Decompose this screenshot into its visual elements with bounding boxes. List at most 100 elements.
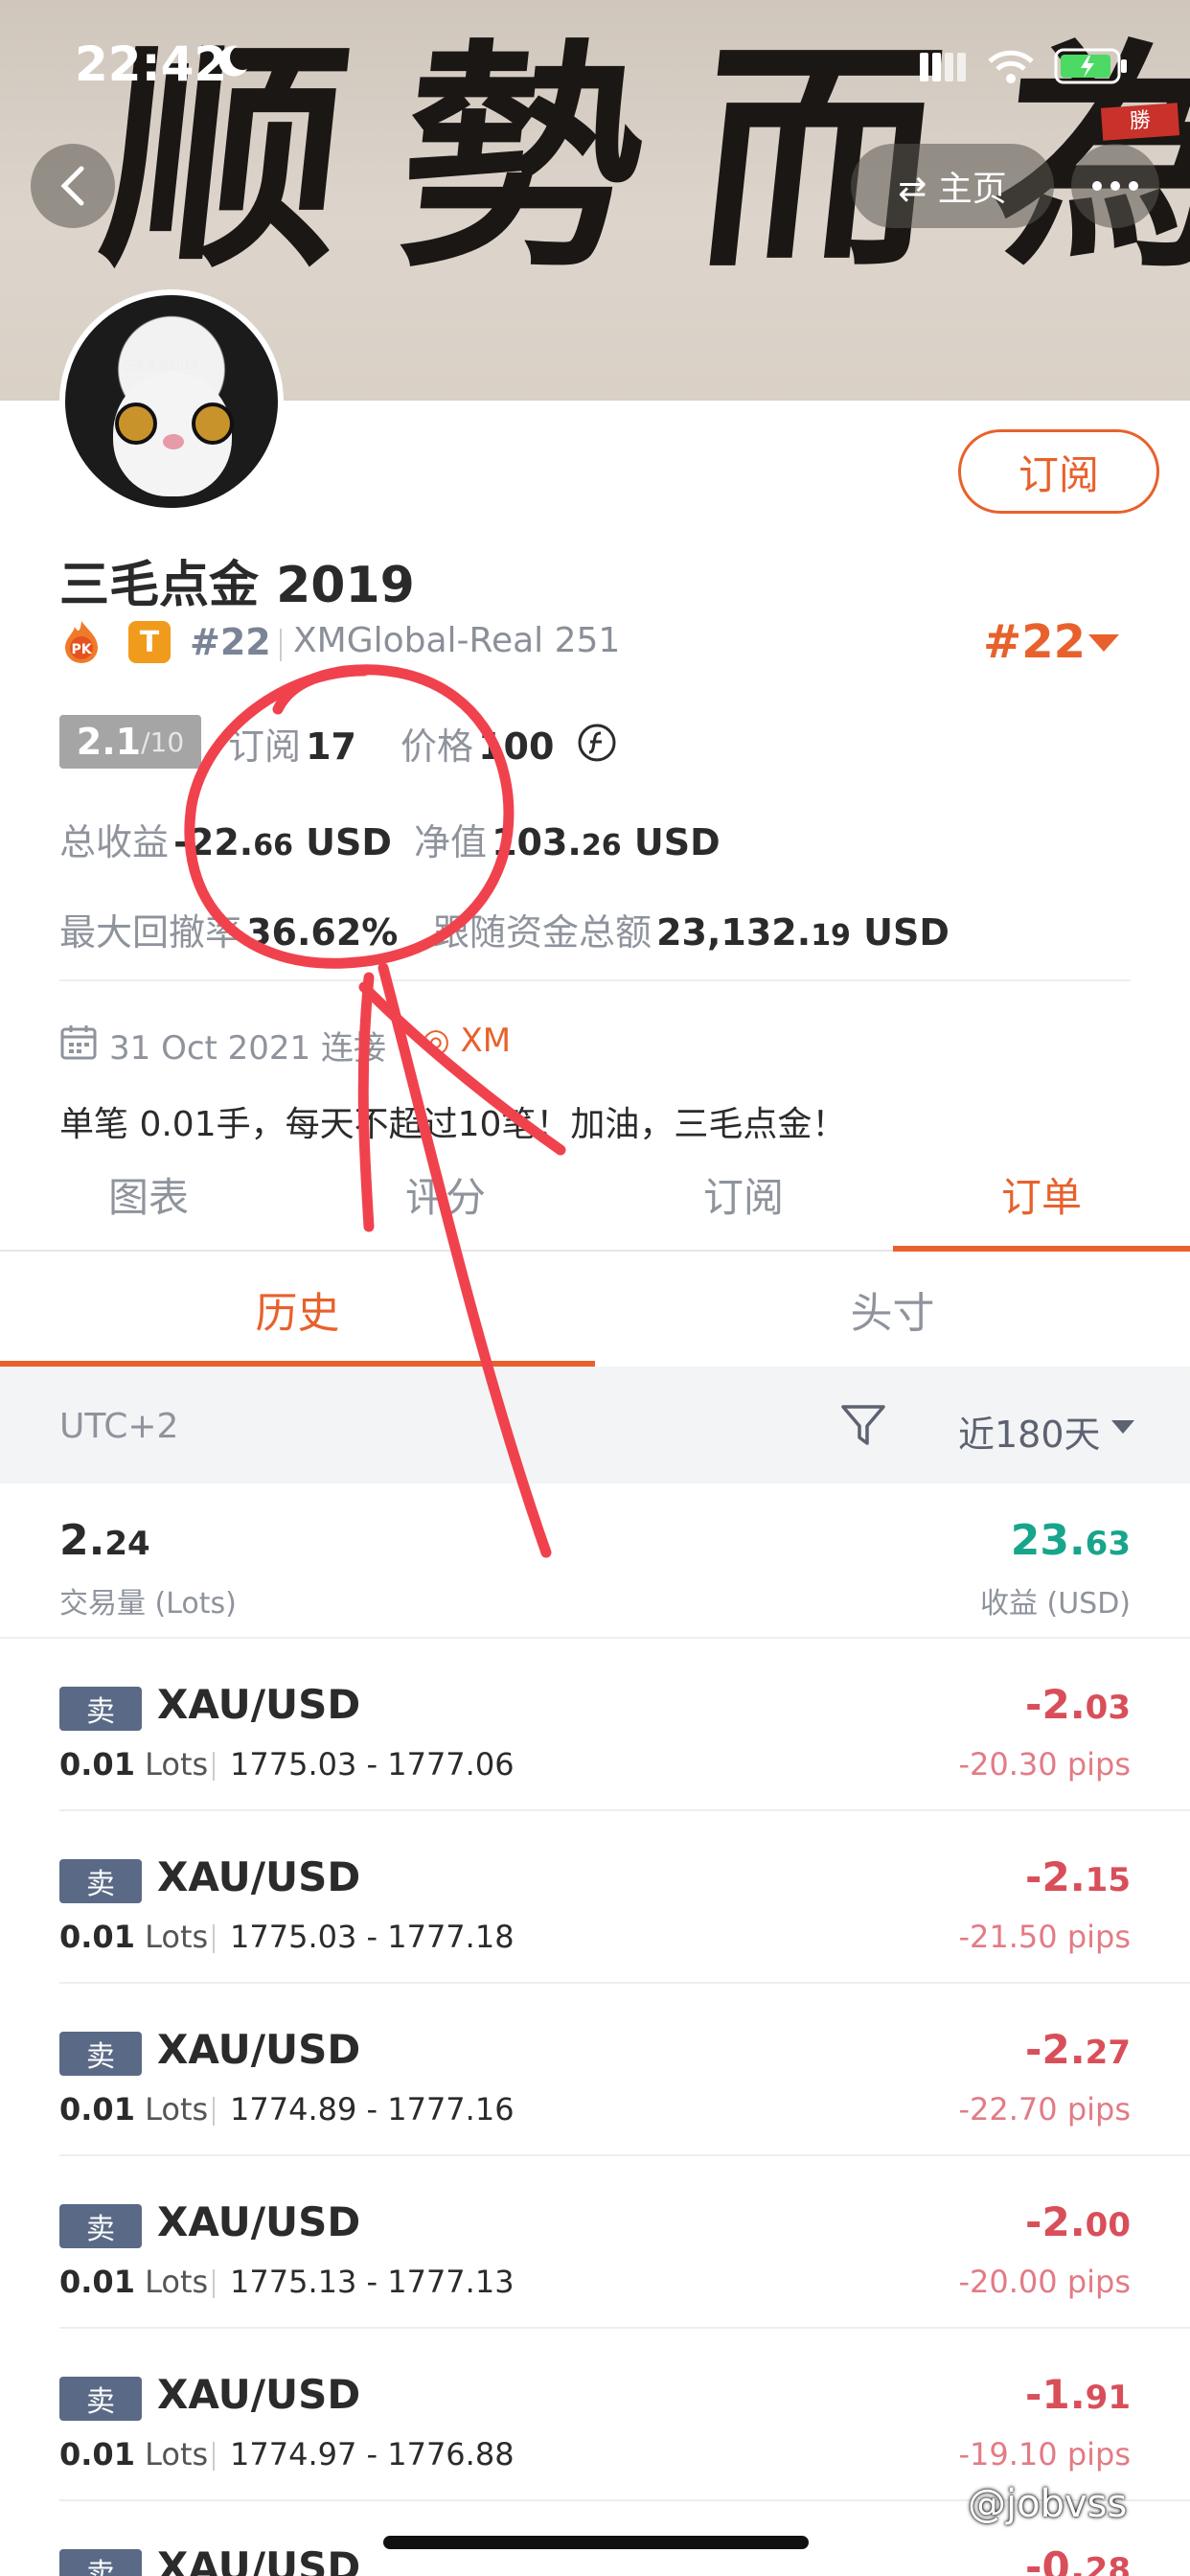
net-value-stat: 净值 103.26 USD [414, 813, 721, 865]
score-badge: 2.1/10 [59, 715, 201, 769]
order-price-range: 1775.03 - 1777.06 [230, 1746, 515, 1782]
subscribers-stat: 订阅 17 [228, 717, 356, 770]
order-lots: 0.01 Lots [59, 2091, 209, 2128]
calendar-icon [60, 1025, 97, 1060]
broker-name[interactable]: ◎ XM [422, 1022, 511, 1060]
timezone-label: UTC+2 [59, 1407, 179, 1446]
order-side-badge: 卖 [59, 2549, 142, 2576]
separator [213, 1924, 215, 1953]
max-drawdown-label: 最大回撤率 [59, 911, 242, 954]
order-pips: -20.30 pips [958, 1746, 1131, 1782]
trader-name: 三毛点金 2019 [59, 557, 415, 614]
order-pips: -21.50 pips [958, 1919, 1131, 1955]
order-row[interactable]: 卖 XAU/USD 0.01 Lots 1774.89 - 1777.16 -2… [0, 1984, 1190, 2156]
max-drawdown-stat: 最大回撤率 36.62% [59, 903, 398, 955]
tab-subscription[interactable]: 订阅 [595, 1165, 892, 1236]
total-profit-stat: 总收益 -22.66 USD [59, 813, 392, 865]
total-profit-value: -22.66 USD [173, 821, 392, 863]
order-pips: -20.00 pips [958, 2264, 1131, 2300]
order-lots: 0.01 Lots [59, 1919, 209, 1955]
summary-profit: 23.63 [1010, 1516, 1131, 1565]
order-lots: 0.01 Lots [59, 2436, 209, 2472]
signal-icon [920, 53, 966, 81]
watermark: @jobvss [968, 2482, 1128, 2526]
score-value: 2.1 [76, 721, 142, 763]
back-button[interactable] [31, 144, 115, 228]
total-profit-label: 总收益 [59, 821, 170, 863]
trader-bio: 单笔 0.01手，每天不超过10笔！加油，三毛点金！ [59, 1105, 847, 1144]
tab-orders[interactable]: 订单 [893, 1165, 1190, 1236]
summary-volume: 2.24 [59, 1516, 150, 1565]
price-stat: 价格 100 [400, 717, 554, 770]
follow-funds-value: 23,132.19 USD [656, 911, 950, 954]
order-side-badge: 卖 [59, 2204, 142, 2248]
battery-icon [1054, 48, 1127, 84]
more-button[interactable] [1071, 144, 1159, 228]
connect-date: 31 Oct 2021 连接 [109, 1029, 386, 1068]
subtab-history[interactable]: 历史 [0, 1278, 595, 1340]
price-label: 价格 [400, 725, 474, 768]
separator [213, 2442, 215, 2471]
order-symbol: XAU/USD [157, 1681, 361, 1728]
order-side-badge: 卖 [59, 2377, 142, 2421]
order-lots: 0.01 Lots [59, 2264, 209, 2300]
order-price-range: 1775.03 - 1777.18 [230, 1919, 515, 1955]
status-time: 22:42 [75, 36, 228, 92]
rank-dropdown[interactable]: #22 [983, 615, 1086, 669]
follow-funds-label: 跟随资金总额 [433, 911, 652, 954]
score-max: /10 [141, 725, 185, 758]
caret-down-icon[interactable] [1111, 1420, 1134, 1434]
trader-level-badge: T [128, 621, 171, 663]
subtab-positions[interactable]: 头寸 [595, 1278, 1190, 1340]
home-button[interactable]: ⇄ 主页 [851, 144, 1054, 228]
pk-flame-icon: PK [65, 621, 98, 663]
order-row[interactable]: 卖 XAU/USD 0.01 Lots 1775.03 - 1777.06 -2… [0, 1639, 1190, 1811]
order-row[interactable]: 卖 XAU/USD 0.01 Lots 1775.03 - 1777.18 -2… [0, 1811, 1190, 1984]
summary-volume-label: 交易量 (Lots) [59, 1587, 237, 1621]
order-side-badge: 卖 [59, 2032, 142, 2076]
order-profit: -2.03 [1025, 1681, 1131, 1728]
more-dots-icon [1092, 181, 1138, 191]
filter-icon[interactable] [839, 1401, 887, 1449]
banner-seal: 勝 [1100, 103, 1180, 141]
summary-profit-label: 收益 (USD) [979, 1587, 1131, 1621]
order-profit: -2.27 [1025, 2026, 1131, 2073]
tab-rating[interactable]: 评分 [297, 1165, 594, 1236]
order-pips: -22.70 pips [958, 2091, 1131, 2128]
order-symbol: XAU/USD [157, 2198, 361, 2245]
avatar-cat-eye [115, 402, 157, 445]
wifi-icon [988, 50, 1034, 83]
order-row[interactable]: 卖 XAU/USD 0.01 Lots 1775.13 - 1777.13 -2… [0, 2156, 1190, 2329]
net-value-label: 净值 [414, 821, 488, 863]
coin-icon [578, 724, 616, 762]
net-value-value: 103.26 USD [492, 821, 721, 863]
order-side-badge: 卖 [59, 1687, 142, 1731]
period-dropdown[interactable]: 近180天 [958, 1405, 1101, 1458]
separator [213, 1752, 215, 1781]
order-profit: -1.91 [1025, 2371, 1131, 2418]
account-name: XMGlobal-Real 251 [293, 621, 621, 660]
order-side-badge: 卖 [59, 1859, 142, 1903]
order-profit: -0.28 [1025, 2543, 1131, 2576]
order-symbol: XAU/USD [157, 1853, 361, 1900]
separator [213, 2097, 215, 2126]
order-price-range: 1775.13 - 1777.13 [230, 2264, 515, 2300]
caret-down-icon[interactable] [1088, 634, 1119, 652]
home-indicator[interactable] [383, 2536, 809, 2549]
subscribers-value: 17 [306, 725, 356, 768]
chevron-left-icon [60, 166, 84, 206]
avatar-cat-eye [192, 402, 234, 445]
order-lots: 0.01 Lots [59, 1746, 209, 1782]
tab-chart[interactable]: 图表 [0, 1165, 297, 1236]
follow-funds-stat: 跟随资金总额 23,132.19 USD [433, 903, 950, 955]
order-symbol: XAU/USD [157, 2026, 361, 2073]
max-drawdown-value: 36.62% [246, 911, 399, 954]
divider [59, 979, 1131, 981]
moon-icon [218, 45, 247, 77]
order-row[interactable]: 卖 XAU/USD 0.01 Lots 1774.97 - 1776.88 -1… [0, 2329, 1190, 2501]
avatar-cat-nose [163, 434, 184, 449]
order-symbol: XAU/USD [157, 2543, 361, 2576]
subscribe-button[interactable]: 订阅 [958, 429, 1159, 514]
tab-active-indicator [893, 1246, 1190, 1252]
avatar[interactable]: 三毛点金2019 [59, 289, 284, 514]
